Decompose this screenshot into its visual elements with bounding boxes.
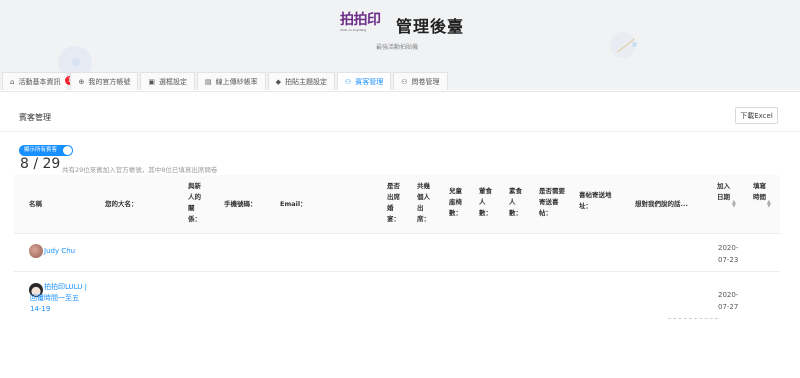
frame-icon: ▣ — [148, 78, 155, 86]
home-icon: ⌂ — [10, 78, 15, 86]
tab-survey-management[interactable]: ⚇ 問卷管理 — [393, 72, 448, 90]
column-name[interactable]: 名稱 — [29, 199, 42, 210]
sort-icon[interactable]: ▲ ▼ — [767, 200, 771, 209]
join-date: 2020-07-27 — [718, 291, 739, 311]
column-message[interactable]: 想對我們說的話... — [635, 199, 688, 210]
page-title: 管理後臺 — [396, 17, 465, 36]
tab-label: 活動基本資訊 — [18, 78, 61, 86]
brand-logo: 拍拍印 Click on Anything — [340, 12, 388, 38]
sort-icon[interactable]: ▲ ▼ — [732, 200, 736, 209]
horizontal-scrollbar-hint — [668, 318, 718, 319]
globe-icon: ⊕ — [78, 78, 85, 86]
column-send-invitation[interactable]: 是否需要寄送喜帖： — [539, 186, 567, 219]
apple-icon: ◆ — [275, 78, 281, 86]
column-attend[interactable]: 是否出席婚宴： — [387, 181, 401, 225]
column-vegetarian[interactable]: 素食人數： — [509, 186, 523, 219]
users-icon: ⚇ — [344, 78, 352, 86]
column-meat[interactable]: 葷食人數： — [479, 186, 493, 219]
logo-text: 拍拍印 — [340, 12, 381, 28]
column-your-name[interactable]: 您的大名： — [105, 199, 138, 210]
tab-label: 我的官方帳號 — [88, 78, 131, 86]
table-row: Judy Chu 2020-07-23 — [14, 234, 780, 272]
guest-count: 8 / 29 — [20, 156, 61, 172]
toggle-knob — [63, 146, 72, 155]
table-header: 名稱 您的大名： 與新人的關係： 手機號碼： Email： 是否出席婚宴： 共幾… — [14, 175, 780, 234]
tab-upload-rate[interactable]: ▤ 線上傳紗帳率 — [196, 72, 266, 90]
document-icon: ▤ — [204, 78, 212, 86]
column-fill-time[interactable]: 填寫時間 — [753, 181, 767, 203]
brand: 拍拍印 Click on Anything 管理後臺 — [340, 12, 464, 38]
tab-bar: ⌂ 活動基本資訊 1 ⊕ 我的官方帳號 ▣ 選框設定 ▤ 線上傳紗帳率 ◆ 拍貼… — [2, 72, 450, 90]
logo-tagline: Click on Anything — [340, 28, 367, 32]
toggle-label: 顯示所有賓客 — [24, 147, 58, 153]
column-email[interactable]: Email： — [280, 199, 307, 210]
avatar — [29, 244, 43, 258]
tab-frame-settings[interactable]: ▣ 選框設定 — [140, 72, 195, 90]
panel-title: 賓客管理 — [19, 113, 51, 122]
column-phone[interactable]: 手機號碼： — [224, 199, 257, 210]
join-date: 2020-07-23 — [718, 244, 739, 264]
tab-guest-management[interactable]: ⚇ 賓客管理 — [336, 72, 392, 90]
guest-name-link[interactable]: Judy Chu — [44, 246, 75, 257]
download-excel-button[interactable]: 下載Excel — [735, 107, 778, 124]
column-invitation-address[interactable]: 喜帖寄送地址： — [579, 190, 619, 212]
guest-name-link[interactable]: 拍拍印LULU | 回覆時間一至五 14-19 — [30, 282, 92, 315]
column-join-date[interactable]: 加入日期 — [717, 181, 731, 203]
column-relation[interactable]: 與新人的關係： — [188, 181, 206, 225]
column-child-seat[interactable]: 兒童座椅數： — [449, 186, 463, 219]
tab-official-account[interactable]: ⊕ 我的官方帳號 — [70, 72, 139, 90]
tab-label: 問卷管理 — [411, 78, 440, 86]
header-banner: 拍拍印 Click on Anything 管理後臺 最強活動拍貼機 ⌂ 活動基… — [0, 0, 800, 90]
table-row: 拍拍印LULU | 回覆時間一至五 14-19 2020-07-27 — [14, 272, 780, 332]
show-all-guests-toggle[interactable]: 顯示所有賓客 — [19, 145, 73, 156]
tab-label: 線上傳紗帳率 — [215, 78, 258, 86]
column-attendee-count[interactable]: 共幾個人出席： — [417, 181, 431, 225]
tab-label: 拍貼主題設定 — [284, 78, 327, 86]
tab-theme-settings[interactable]: ◆ 拍貼主題設定 — [267, 72, 335, 90]
decorative-dot — [632, 42, 637, 47]
panel-header: 賓客管理 下載Excel — [0, 91, 800, 132]
tab-label: 選框設定 — [158, 78, 187, 86]
tab-label: 賓客管理 — [355, 78, 384, 86]
tab-event-info[interactable]: ⌂ 活動基本資訊 1 — [2, 72, 74, 90]
users-icon: ⚇ — [401, 78, 408, 86]
guest-count-note: 共有29位來賓加入官方帳號，其中8位已填寫出席問卷 — [62, 166, 218, 174]
decorative-dot — [72, 58, 80, 66]
page-subtitle: 最強活動拍貼機 — [376, 44, 419, 51]
